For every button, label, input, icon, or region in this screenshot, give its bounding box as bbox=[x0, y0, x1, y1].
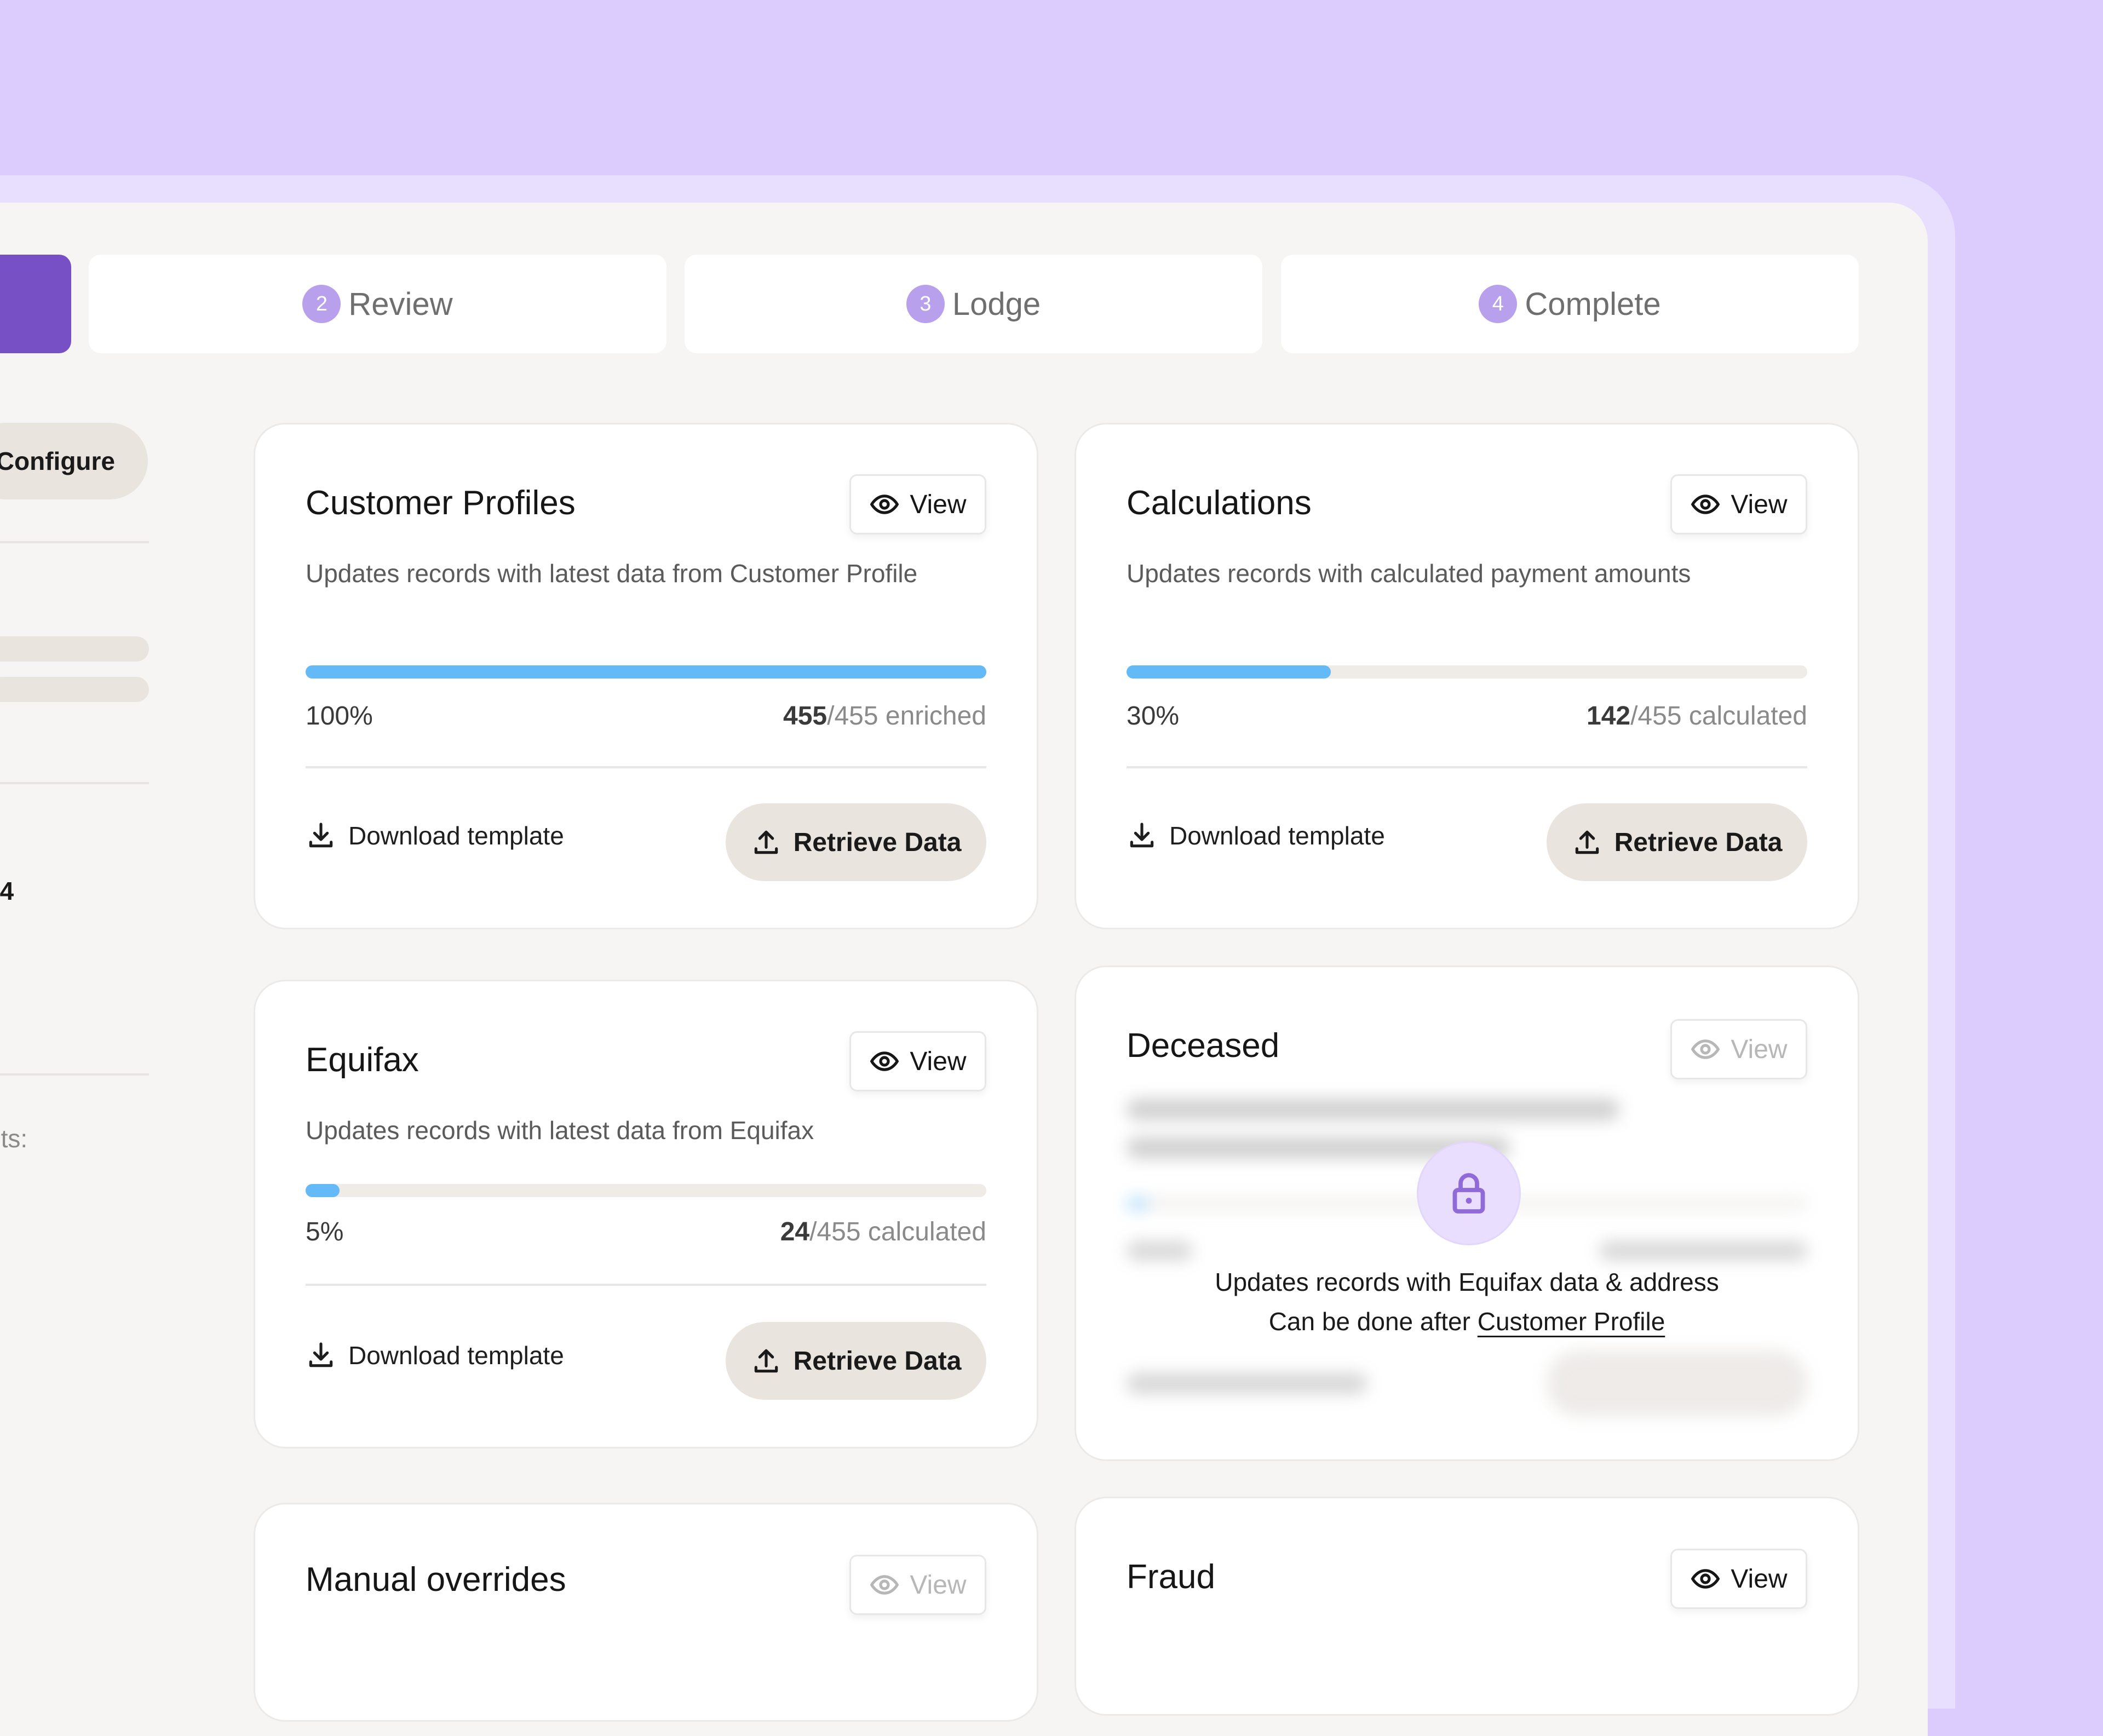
retrieve-data-button[interactable]: Retrieve Data bbox=[726, 803, 986, 881]
count-done: 142 bbox=[1587, 702, 1631, 731]
progress-count: 24/455 calculated bbox=[780, 1217, 986, 1247]
card-title: Calculations bbox=[1127, 484, 1312, 522]
eye-icon bbox=[870, 1575, 899, 1595]
view-button[interactable]: View bbox=[1670, 474, 1807, 534]
lock-icon bbox=[1452, 1173, 1485, 1214]
view-button-disabled: View bbox=[849, 1555, 986, 1615]
view-label: View bbox=[910, 1047, 967, 1076]
progress-percent: 30% bbox=[1127, 702, 1180, 731]
progress-fill bbox=[306, 1184, 340, 1197]
download-label: Download template bbox=[1169, 821, 1385, 850]
retrieve-data-button[interactable]: Retrieve Data bbox=[726, 1322, 986, 1400]
view-button-disabled: View bbox=[1670, 1019, 1807, 1079]
progress-count: 142/455 calculated bbox=[1587, 701, 1807, 731]
view-label: View bbox=[910, 490, 967, 519]
step-number-badge: 2 bbox=[302, 285, 341, 323]
step-review[interactable]: 2 Review bbox=[89, 255, 666, 353]
retrieve-label: Retrieve Data bbox=[793, 827, 962, 857]
card-calculations: Calculations View Updates records with c… bbox=[1075, 423, 1859, 929]
progress-bar bbox=[1127, 665, 1807, 679]
card-deceased: Deceased View Updates records with Equif… bbox=[1075, 965, 1859, 1461]
configure-button[interactable]: Configure bbox=[0, 423, 148, 499]
sidebar-partial-label: nts: bbox=[0, 1124, 28, 1153]
eye-icon bbox=[1691, 1569, 1720, 1589]
lock-prerequisite: Can be done after Customer Profile bbox=[1076, 1307, 1858, 1336]
card-manual-overrides: Manual overrides View bbox=[254, 1503, 1038, 1722]
step-label: Complete bbox=[1525, 286, 1661, 322]
card-title: Customer Profiles bbox=[306, 484, 576, 522]
lock-badge bbox=[1417, 1141, 1521, 1245]
card-customer-profiles: Customer Profiles View Updates records w… bbox=[254, 423, 1038, 929]
step-label: Review bbox=[348, 286, 453, 322]
download-template-link[interactable]: Download template bbox=[1127, 820, 1385, 851]
step-label: Lodge bbox=[952, 286, 1041, 322]
lock-message: Updates records with Equifax data & addr… bbox=[1215, 1268, 1719, 1296]
view-label: View bbox=[1731, 1564, 1788, 1594]
sidebar-divider bbox=[0, 541, 149, 543]
step-1-active[interactable] bbox=[0, 255, 71, 353]
card-divider bbox=[306, 1284, 986, 1286]
card-title: Fraud bbox=[1127, 1558, 1215, 1596]
progress-count: 455/455 enriched bbox=[783, 701, 986, 731]
upload-icon bbox=[754, 830, 778, 854]
sidebar-partial-value: 24 bbox=[0, 877, 14, 905]
progress-percent: 100% bbox=[306, 702, 373, 731]
eye-icon bbox=[1691, 1039, 1720, 1059]
retrieve-label: Retrieve Data bbox=[793, 1346, 962, 1376]
download-icon bbox=[1130, 823, 1154, 848]
view-button[interactable]: View bbox=[849, 1031, 986, 1091]
card-description: Updates records with latest data from Eq… bbox=[306, 1116, 814, 1145]
download-label: Download template bbox=[348, 821, 564, 850]
progress-fill bbox=[1127, 665, 1331, 679]
step-complete[interactable]: 4 Complete bbox=[1281, 255, 1859, 353]
retrieve-data-button[interactable]: Retrieve Data bbox=[1547, 803, 1807, 881]
progress-bar bbox=[306, 1184, 986, 1197]
step-lodge[interactable]: 3 Lodge bbox=[685, 255, 1262, 353]
card-equifax: Equifax View Updates records with latest… bbox=[254, 980, 1038, 1448]
count-total: /455 calculated bbox=[1630, 702, 1807, 731]
retrieve-label: Retrieve Data bbox=[1614, 827, 1783, 857]
view-label: View bbox=[1731, 1034, 1788, 1064]
card-description: Updates records with calculated payment … bbox=[1127, 559, 1691, 588]
card-divider bbox=[1127, 766, 1807, 768]
card-description: Updates records with latest data from Cu… bbox=[306, 559, 918, 588]
eye-icon bbox=[870, 1051, 899, 1071]
download-label: Download template bbox=[348, 1341, 564, 1370]
sidebar-divider bbox=[0, 1073, 149, 1076]
download-template-link[interactable]: Download template bbox=[306, 820, 564, 851]
download-icon bbox=[309, 1342, 333, 1367]
view-button[interactable]: View bbox=[849, 474, 986, 534]
count-done: 24 bbox=[780, 1217, 810, 1246]
card-divider bbox=[306, 766, 986, 768]
progress-percent: 5% bbox=[306, 1217, 344, 1246]
step-number-badge: 4 bbox=[1479, 285, 1518, 323]
customer-profile-link[interactable]: Customer Profile bbox=[1478, 1307, 1665, 1336]
sidebar-skeleton-line bbox=[0, 677, 149, 702]
card-title: Equifax bbox=[306, 1041, 419, 1079]
progress-bar bbox=[306, 665, 986, 679]
sidebar-skeleton-line bbox=[0, 636, 149, 662]
step-number-badge: 3 bbox=[906, 285, 945, 323]
count-done: 455 bbox=[783, 702, 828, 731]
view-button[interactable]: View bbox=[1670, 1549, 1807, 1609]
card-fraud: Fraud View bbox=[1075, 1497, 1859, 1716]
eye-icon bbox=[870, 495, 899, 514]
upload-icon bbox=[1575, 830, 1599, 854]
eye-icon bbox=[1691, 495, 1720, 514]
sidebar-divider bbox=[0, 782, 149, 784]
upload-icon bbox=[754, 1349, 778, 1373]
count-total: /455 calculated bbox=[809, 1217, 986, 1246]
download-icon bbox=[309, 823, 333, 848]
view-label: View bbox=[1731, 490, 1788, 519]
lock-prereq-prefix: Can be done after bbox=[1268, 1307, 1478, 1336]
count-total: /455 enriched bbox=[827, 702, 986, 731]
download-template-link[interactable]: Download template bbox=[306, 1340, 564, 1371]
card-title: Deceased bbox=[1127, 1027, 1280, 1065]
card-title: Manual overrides bbox=[306, 1561, 566, 1599]
view-label: View bbox=[910, 1570, 967, 1600]
progress-fill bbox=[306, 665, 986, 679]
